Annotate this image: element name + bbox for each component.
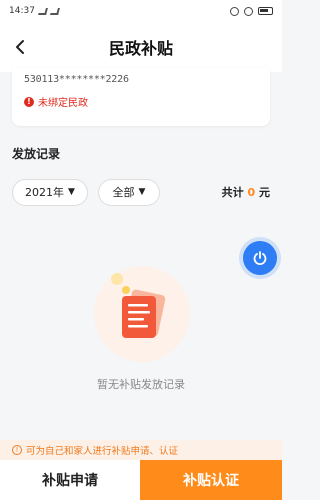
floating-action-button[interactable] (243, 241, 277, 275)
total-value: 0 (247, 186, 256, 199)
signal-icon (37, 7, 48, 15)
status-left: 14:37 (9, 6, 60, 16)
caret-down-icon-2: ▼ (138, 187, 146, 197)
sync-icon (244, 6, 253, 16)
status-right (230, 6, 273, 16)
battery-icon (258, 7, 273, 15)
total-unit: 元 (259, 186, 270, 199)
filter-row: 2021年 ▼ 全部 ▼ 共计 0 元 (12, 178, 270, 206)
tip-text: 可为自己和家人进行补贴申请、认证 (26, 446, 179, 457)
year-filter-label: 2021年 (25, 186, 65, 199)
info-icon: ! (12, 445, 22, 455)
tip-bar: ! 可为自己和家人进行补贴申请、认证 (0, 440, 282, 460)
power-icon (253, 251, 267, 265)
type-filter-label: 全部 (112, 186, 135, 199)
warning-icon: ! (24, 96, 34, 107)
alarm-icon (230, 6, 239, 16)
subsidy-certify-button[interactable]: 补贴认证 (140, 460, 282, 500)
year-filter-dropdown[interactable]: 2021年 ▼ (12, 178, 88, 206)
status-bar: 14:37 (0, 0, 282, 22)
caret-down-icon: ▼ (68, 187, 75, 197)
chevron-left-icon (16, 40, 24, 54)
nav-bar: 民政补贴 (0, 22, 282, 72)
empty-document-icon (94, 266, 190, 362)
records-section-title: 发放记录 (12, 147, 61, 161)
page-title: 民政补贴 (108, 39, 173, 58)
status-time: 14:37 (9, 6, 35, 16)
back-button[interactable] (8, 35, 32, 59)
bottom-action-bar: 补贴申请 补贴认证 (0, 460, 282, 500)
total-amount: 共计 0 元 (222, 184, 270, 200)
bind-status: 未绑定民政 (38, 98, 88, 109)
bind-status-row: ! 未绑定民政 (24, 94, 258, 109)
empty-state-text: 暂无补贴发放记录 (97, 378, 185, 391)
type-filter-dropdown[interactable]: 全部 ▼ (98, 178, 160, 206)
account-card: 530113********2226 ! 未绑定民政 (12, 68, 270, 126)
id-number: 530113********2226 (24, 74, 129, 85)
total-prefix: 共计 (221, 186, 244, 199)
subsidy-apply-button[interactable]: 补贴申请 (0, 460, 140, 500)
signal-icon-2 (49, 7, 60, 15)
